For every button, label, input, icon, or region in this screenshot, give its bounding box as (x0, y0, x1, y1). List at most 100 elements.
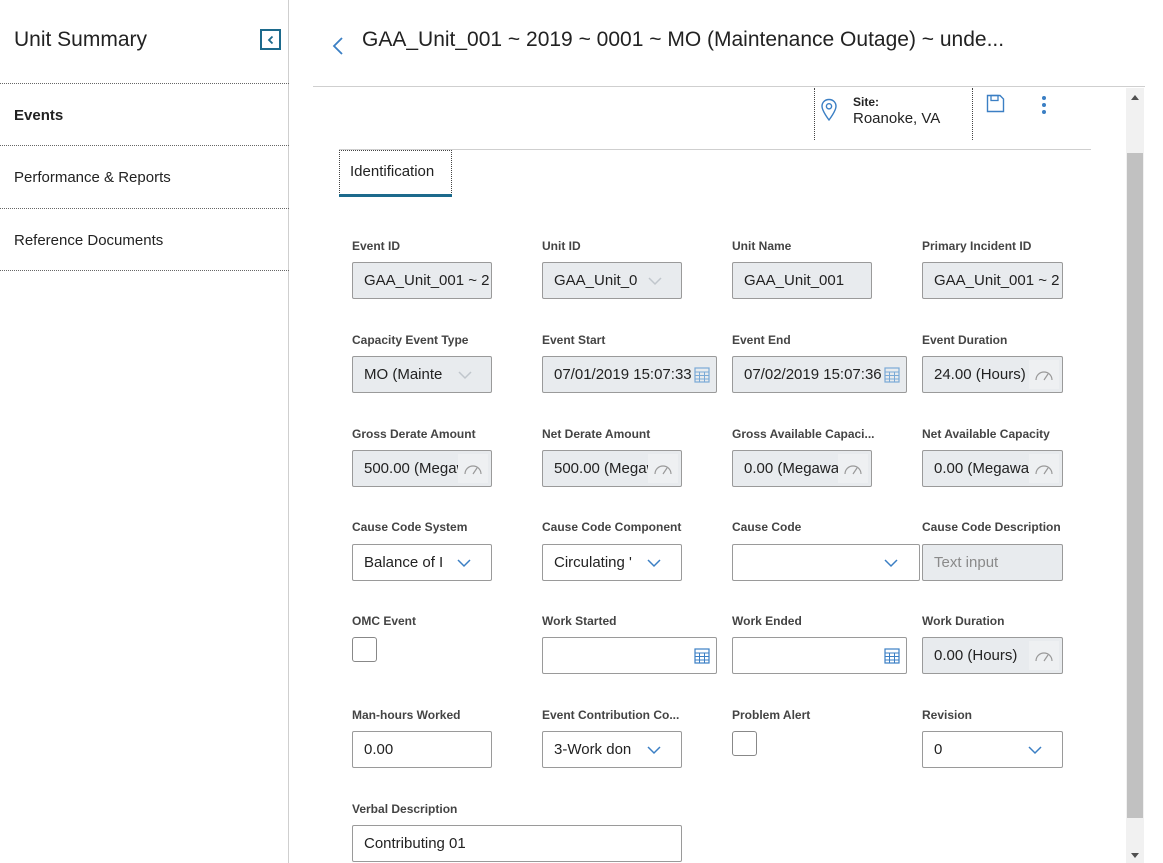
unit-name-field[interactable]: GAA_Unit_001 (732, 262, 872, 299)
page-title: GAA_Unit_001 ~ 2019 ~ 0001 ~ MO (Mainten… (362, 28, 1005, 51)
chevron-down-icon (648, 277, 662, 286)
revision-select[interactable]: 0 (922, 731, 1063, 768)
unit-name-value: GAA_Unit_001 (744, 272, 845, 289)
cause-code-description-placeholder: Text input (934, 554, 999, 571)
work-started-label: Work Started (542, 614, 617, 628)
chevron-down-icon (647, 746, 661, 755)
omc-event-checkbox[interactable] (352, 637, 377, 662)
capacity-event-type-select[interactable]: MO (Mainte (352, 356, 492, 393)
collapse-sidebar-button[interactable] (260, 29, 281, 50)
divider (0, 208, 289, 209)
problem-alert-checkbox[interactable] (732, 731, 757, 756)
scrollbar-thumb[interactable] (1127, 153, 1143, 818)
gross-available-capacity-field[interactable]: 0.00 (Megawatts) (732, 450, 872, 487)
net-derate-amount-field[interactable]: 500.00 (Megawa (542, 450, 682, 487)
divider (0, 83, 289, 84)
event-duration-field[interactable]: 24.00 (Hours) (922, 356, 1063, 393)
chevron-left-icon (267, 35, 273, 44)
event-end-label: Event End (732, 333, 791, 347)
event-duration-label: Event Duration (922, 333, 1008, 347)
event-contribution-code-label: Event Contribution Co... (542, 708, 680, 722)
chevron-down-icon (884, 559, 898, 568)
event-start-label: Event Start (542, 333, 606, 347)
problem-alert-label: Problem Alert (732, 708, 811, 722)
tab-identification-label: Identification (350, 163, 435, 180)
net-derate-amount-label: Net Derate Amount (542, 427, 651, 441)
work-ended-label: Work Ended (732, 614, 802, 628)
event-id-label: Event ID (352, 239, 401, 253)
scroll-up-arrow-icon[interactable] (1130, 93, 1140, 101)
cause-code-system-label: Cause Code System (352, 520, 468, 534)
cause-code-component-label: Cause Code Component (542, 520, 682, 534)
unit-id-value: GAA_Unit_0 (554, 272, 638, 289)
event-id-value: GAA_Unit_001 ~ 2 (364, 272, 490, 289)
calendar-icon[interactable] (884, 366, 900, 383)
event-start-field[interactable]: 07/01/2019 15:07:33 (542, 356, 717, 393)
calendar-icon[interactable] (694, 366, 710, 383)
work-duration-label: Work Duration (922, 614, 1005, 628)
cause-code-description-label: Cause Code Description (922, 520, 1061, 534)
man-hours-worked-value: 0.00 (364, 741, 394, 758)
save-icon[interactable] (986, 94, 1005, 113)
more-options-icon[interactable] (1040, 95, 1048, 115)
cause-code-component-value: Circulating ' (554, 554, 632, 571)
primary-incident-id-label: Primary Incident ID (922, 239, 1032, 253)
capacity-event-type-value: MO (Mainte (364, 366, 443, 383)
cause-code-select[interactable] (732, 544, 920, 581)
work-ended-field[interactable] (732, 637, 907, 674)
event-end-field[interactable]: 07/02/2019 15:07:36 (732, 356, 907, 393)
work-duration-value: 0.00 (Hours) (934, 647, 1018, 664)
gross-available-capacity-label: Gross Available Capaci... (732, 427, 875, 441)
work-started-field[interactable] (542, 637, 717, 674)
chevron-down-icon (457, 559, 471, 568)
location-pin-icon (821, 98, 837, 122)
sidebar-item-reference-documents[interactable]: Reference Documents (14, 232, 163, 249)
gross-derate-amount-label: Gross Derate Amount (352, 427, 476, 441)
omc-event-label: OMC Event (352, 614, 417, 628)
chevron-down-icon (458, 371, 472, 380)
scroll-down-arrow-icon[interactable] (1130, 852, 1140, 860)
cause-code-label: Cause Code (732, 520, 802, 534)
gauge-icon[interactable] (1029, 641, 1059, 670)
event-start-value: 07/01/2019 15:07:33 (554, 366, 692, 383)
primary-incident-id-field[interactable]: GAA_Unit_001 ~ 2 (922, 262, 1063, 299)
back-arrow-icon[interactable] (330, 36, 346, 56)
work-duration-field[interactable]: 0.00 (Hours) (922, 637, 1063, 674)
cause-code-system-select[interactable]: Balance of I (352, 544, 492, 581)
verbal-description-value: Contributing 01 (364, 835, 466, 852)
sidebar: Unit Summary Events Performance & Report… (0, 0, 289, 863)
verbal-description-label: Verbal Description (352, 802, 458, 816)
cause-code-description-field[interactable]: Text input (922, 544, 1063, 581)
net-available-capacity-field[interactable]: 0.00 (Megawatts) (922, 450, 1063, 487)
man-hours-worked-field[interactable]: 0.00 (352, 731, 492, 768)
chevron-down-icon (1028, 746, 1042, 755)
net-available-capacity-label: Net Available Capacity (922, 427, 1050, 441)
calendar-icon[interactable] (694, 647, 710, 664)
event-end-value: 07/02/2019 15:07:36 (744, 366, 882, 383)
sidebar-item-events[interactable]: Events (14, 107, 63, 124)
gauge-icon[interactable] (458, 454, 488, 483)
gauge-icon[interactable] (648, 454, 678, 483)
site-label: Site: (853, 95, 880, 109)
revision-value: 0 (934, 741, 943, 758)
event-contribution-code-select[interactable]: 3-Work don (542, 731, 682, 768)
gross-derate-amount-field[interactable]: 500.00 (Megawa (352, 450, 492, 487)
event-id-field[interactable]: GAA_Unit_001 ~ 2 (352, 262, 492, 299)
unit-id-label: Unit ID (542, 239, 581, 253)
site-value: Roanoke, VA (853, 110, 941, 127)
unit-name-label: Unit Name (732, 239, 792, 253)
event-duration-value: 24.00 (Hours) (934, 366, 1026, 383)
sidebar-item-performance-reports[interactable]: Performance & Reports (14, 169, 171, 186)
gauge-icon[interactable] (1029, 454, 1059, 483)
gauge-icon[interactable] (838, 454, 868, 483)
primary-incident-id-value: GAA_Unit_001 ~ 2 (934, 272, 1060, 289)
calendar-icon[interactable] (884, 647, 900, 664)
gauge-icon[interactable] (1029, 360, 1059, 389)
cause-code-component-select[interactable]: Circulating ' (542, 544, 682, 581)
chevron-down-icon (647, 559, 661, 568)
sidebar-title: Unit Summary (14, 28, 148, 51)
divider (0, 270, 289, 271)
verbal-description-field[interactable]: Contributing 01 (352, 825, 682, 862)
unit-id-select[interactable]: GAA_Unit_0 (542, 262, 682, 299)
active-tab-indicator (339, 194, 452, 197)
